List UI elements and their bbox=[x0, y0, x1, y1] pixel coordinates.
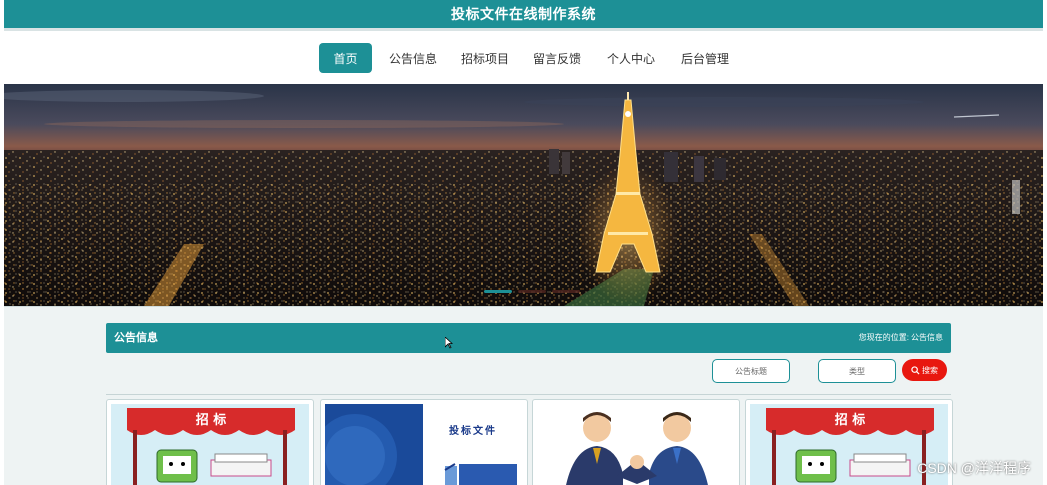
announcement-section: 公告信息 您现在的位置: 公告信息 搜索 招 标 bbox=[4, 306, 1043, 485]
nav-item-feedback[interactable]: 留言反馈 bbox=[529, 43, 585, 73]
nav-item-label: 个人中心 bbox=[606, 51, 655, 66]
banner-image-paris-night bbox=[4, 84, 1043, 306]
nav-item-announcements[interactable]: 公告信息 bbox=[385, 43, 441, 73]
nav-item-personal-center[interactable]: 个人中心 bbox=[603, 43, 659, 73]
announcement-card[interactable] bbox=[532, 399, 740, 485]
nav-item-label: 后台管理 bbox=[680, 51, 729, 66]
announcement-card[interactable]: 投标文件 bbox=[320, 399, 528, 485]
nav-item-home[interactable]: 首页 bbox=[319, 43, 372, 73]
watermark: CSDN @洋洋程序 bbox=[917, 460, 1031, 476]
card-banner-text: 招 标 bbox=[835, 412, 866, 428]
card-thumbnail-bid-document: 投标文件 bbox=[325, 404, 523, 485]
app-frame: 投标文件在线制作系统 首页 公告信息 招标项目 留言反馈 个人中心 后台管理 公… bbox=[4, 0, 1043, 485]
card-banner-text: 招 标 bbox=[196, 412, 227, 428]
banner-carousel[interactable] bbox=[4, 84, 1043, 306]
carousel-indicator-active bbox=[484, 290, 512, 293]
nav-item-label: 招标项目 bbox=[460, 51, 509, 66]
breadcrumb-prefix: 您现在的位置: bbox=[858, 333, 909, 342]
card-book-text: 投标文件 bbox=[449, 424, 497, 437]
search-icon bbox=[911, 365, 920, 375]
search-type-input[interactable] bbox=[818, 359, 896, 383]
mouse-cursor-icon bbox=[445, 337, 453, 349]
nav-item-label: 公告信息 bbox=[388, 51, 437, 66]
nav-item-bidding-projects[interactable]: 招标项目 bbox=[457, 43, 513, 73]
nav-item-label: 首页 bbox=[333, 51, 358, 66]
site-title: 投标文件在线制作系统 bbox=[451, 6, 596, 22]
search-title-input[interactable] bbox=[712, 359, 790, 383]
card-thumbnail-bidding: 招 标 bbox=[111, 404, 309, 485]
nav-item-label: 留言反馈 bbox=[532, 51, 581, 66]
site-title-bar: 投标文件在线制作系统 bbox=[4, 0, 1043, 28]
nav-item-admin[interactable]: 后台管理 bbox=[677, 43, 733, 73]
search-button-label: 搜索 bbox=[922, 365, 938, 375]
breadcrumb-current[interactable]: 公告信息 bbox=[911, 323, 943, 353]
section-title: 公告信息 bbox=[114, 332, 158, 344]
main-nav: 首页 公告信息 招标项目 留言反馈 个人中心 后台管理 bbox=[4, 28, 1043, 84]
announcement-card[interactable]: 招 标 bbox=[106, 399, 314, 485]
breadcrumb: 您现在的位置: 公告信息 bbox=[859, 323, 943, 353]
section-header: 公告信息 您现在的位置: 公告信息 bbox=[106, 323, 951, 353]
search-button[interactable]: 搜索 bbox=[902, 359, 947, 381]
section-divider bbox=[106, 394, 951, 395]
card-thumbnail-business-people bbox=[537, 404, 735, 485]
